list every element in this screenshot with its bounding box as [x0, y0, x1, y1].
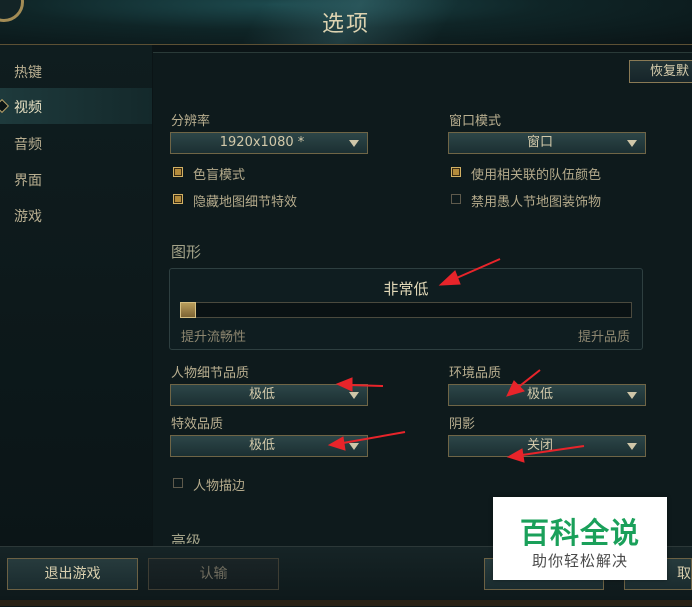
sidebar-item-video[interactable]: 视频 — [14, 97, 42, 117]
environment-quality-dropdown[interactable]: 极低 — [448, 384, 646, 406]
graphics-preset-value: 非常低 — [383, 280, 429, 298]
graphics-section-title: 图形 — [171, 243, 202, 261]
sidebar-item-sound[interactable]: 音频 — [14, 134, 42, 154]
disable-skin-checkbox[interactable] — [451, 194, 461, 204]
colorblind-checkbox[interactable] — [173, 167, 183, 177]
character-quality-value: 极低 — [248, 387, 275, 402]
chevron-down-icon — [627, 392, 637, 399]
sidebar-item-game[interactable]: 游戏 — [14, 206, 42, 226]
character-quality-label: 人物细节品质 — [171, 366, 250, 381]
character-outline-label: 人物描边 — [193, 479, 246, 494]
window-mode-label: 窗口模式 — [449, 114, 502, 129]
hide-eyecandy-label: 隐藏地图细节特效 — [193, 195, 298, 210]
surrender-button[interactable]: 认输 — [148, 558, 279, 590]
resolution-value: 1920x1080 * — [219, 135, 305, 150]
advanced-section-title: 高级 — [171, 532, 202, 544]
window-mode-dropdown[interactable]: 窗口 — [448, 132, 646, 154]
chevron-down-icon — [349, 392, 359, 399]
team-color-label: 使用相关联的队伍颜色 — [471, 168, 602, 183]
character-outline-checkbox[interactable] — [173, 478, 183, 488]
restore-defaults-button[interactable]: 恢复默 — [629, 60, 692, 83]
resolution-label: 分辨率 — [171, 114, 211, 129]
shadows-label: 阴影 — [449, 417, 476, 432]
window-title: 选项 — [321, 12, 370, 37]
hint-smoother: 提升流畅性 — [181, 330, 247, 345]
environment-quality-label: 环境品质 — [449, 366, 502, 381]
chevron-down-icon — [627, 140, 637, 147]
shadows-value: 关闭 — [526, 438, 553, 453]
chevron-down-icon — [349, 443, 359, 450]
chevron-down-icon — [627, 443, 637, 450]
bottom-border — [0, 600, 692, 606]
effects-quality-label: 特效品质 — [171, 417, 224, 432]
resolution-dropdown[interactable]: 1920x1080 * — [170, 132, 368, 154]
sidebar-item-interface[interactable]: 界面 — [14, 170, 42, 190]
graphics-slider-track[interactable] — [180, 302, 632, 318]
team-color-checkbox[interactable] — [451, 167, 461, 177]
watermark-title: 百科全说 — [519, 516, 640, 550]
effects-quality-value: 极低 — [248, 438, 275, 453]
colorblind-label: 色盲模式 — [193, 168, 246, 183]
graphics-slider-handle[interactable] — [180, 302, 196, 318]
shadows-dropdown[interactable]: 关闭 — [448, 435, 646, 457]
chevron-down-icon — [349, 140, 359, 147]
effects-quality-dropdown[interactable]: 极低 — [170, 435, 368, 457]
exit-game-button[interactable]: 退出游戏 — [7, 558, 138, 590]
hint-quality: 提升品质 — [578, 330, 631, 345]
environment-quality-value: 极低 — [526, 387, 553, 402]
window-mode-value: 窗口 — [526, 135, 553, 150]
watermark-subtitle: 助你轻松解决 — [531, 552, 628, 570]
character-quality-dropdown[interactable]: 极低 — [170, 384, 368, 406]
sidebar-item-hotkeys[interactable]: 热键 — [14, 62, 42, 82]
hide-eyecandy-checkbox[interactable] — [173, 194, 183, 204]
disable-skin-label: 禁用愚人节地图装饰物 — [471, 195, 602, 210]
